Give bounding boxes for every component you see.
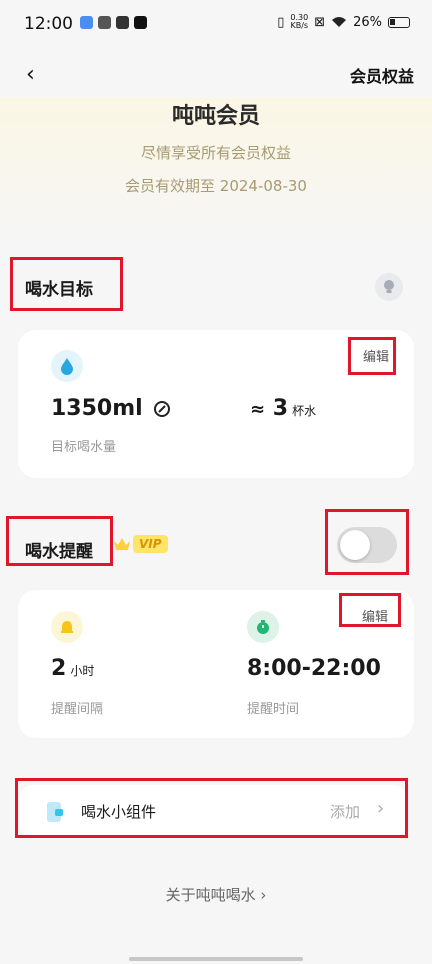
highlight-box [325,509,409,575]
time-caption: 提醒时间 [247,702,300,717]
status-bar: 12:00 ▯ 0.30 KB/s ⊠ 26% [0,0,432,50]
app-notification-icon [116,16,129,29]
reminder-time-range[interactable]: 8:00-22:00 [247,656,381,681]
reminder-interval[interactable]: 2 小时 [51,656,94,681]
no-sim-icon: ⊠ [314,14,326,30]
highlight-box [339,593,401,627]
highlight-box [15,778,408,838]
membership-title: 吨吨会员 [171,104,260,129]
bell-icon [51,611,83,643]
vip-badge: VIP [113,535,168,553]
highlight-box [10,257,123,311]
network-speed: 0.30 KB/s [290,13,309,30]
vibrate-icon: ▯ [277,14,285,30]
app-notification-icon [80,16,93,29]
timer-icon [247,611,279,643]
battery-icon [388,16,410,28]
back-button[interactable]: ‹ [26,62,35,87]
membership-expiry: 会员有效期至 2024-08-30 [125,177,307,195]
lightbulb-icon[interactable] [375,273,403,301]
tiktok-icon [134,16,147,29]
goal-caption: 目标喝水量 [51,440,117,455]
wifi-icon [332,17,347,27]
top-bar: ‹ 会员权益 [0,50,432,98]
edit-pencil-icon[interactable] [153,400,171,418]
app-notification-icon [98,16,111,29]
about-link[interactable]: 关于吨吨喝水 › [0,884,432,905]
home-indicator[interactable] [129,957,303,961]
water-drop-icon [51,350,83,382]
highlight-box [348,337,396,375]
goal-cups: ≈ 3 杯水 [250,396,317,421]
goal-amount-row[interactable]: 1350ml [51,396,171,421]
goal-amount: 1350ml [51,396,143,421]
highlight-box [6,516,113,566]
status-right: ▯ 0.30 KB/s ⊠ 26% [277,14,410,30]
battery-percent: 26% [353,14,382,30]
notification-icons [80,16,147,29]
crown-icon [114,538,130,550]
status-time: 12:00 [24,14,73,34]
interval-caption: 提醒间隔 [51,702,104,717]
membership-subtitle: 尽情享受所有会员权益 [140,144,291,162]
member-benefits-link[interactable]: 会员权益 [350,63,414,87]
